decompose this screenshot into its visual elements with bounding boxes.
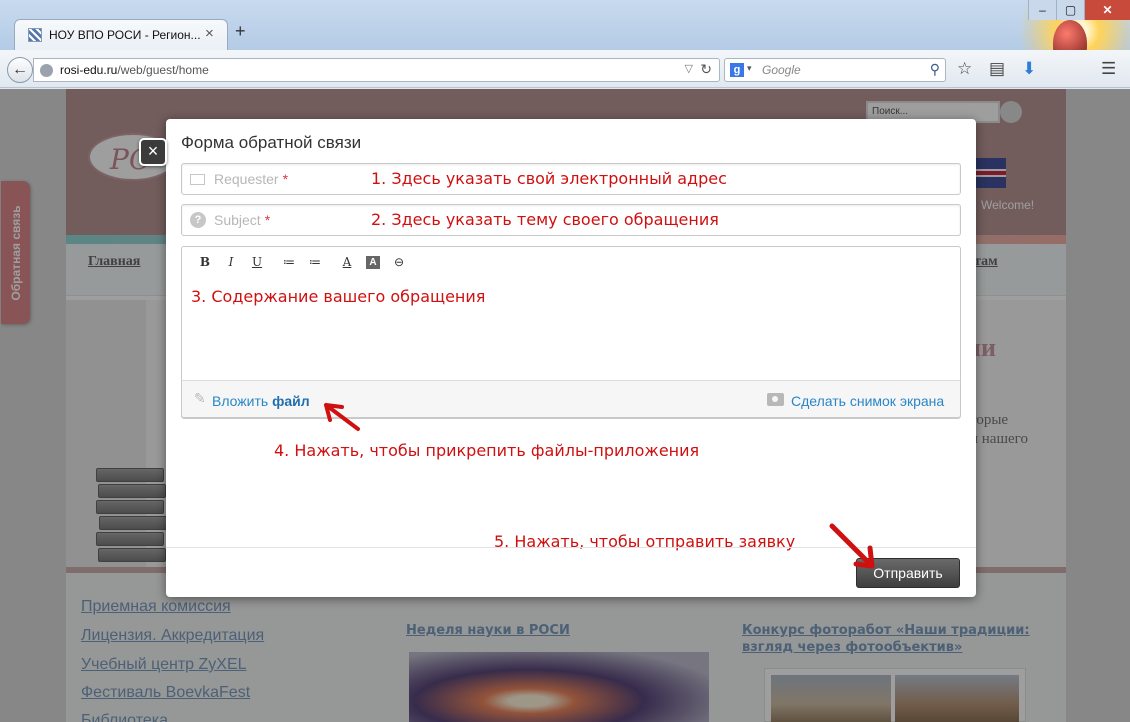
subject-placeholder: Subject * bbox=[214, 212, 271, 228]
attachment-bar: ✎ Вложить файл Сделать снимок экрана bbox=[181, 380, 961, 418]
back-button[interactable]: ← bbox=[7, 57, 33, 83]
search-icon[interactable]: ⚲ bbox=[930, 61, 940, 78]
modal-close-button[interactable]: × bbox=[139, 138, 167, 166]
star-icon[interactable]: ☆ bbox=[957, 59, 972, 79]
new-tab-button[interactable]: + bbox=[235, 21, 246, 42]
envelope-icon bbox=[190, 174, 205, 185]
subject-field[interactable]: ? Subject * 2. Здесь указать тему своего … bbox=[181, 204, 961, 236]
minimize-button[interactable]: ‒ bbox=[1028, 0, 1056, 20]
favicon-icon bbox=[28, 28, 42, 42]
requester-placeholder: Requester * bbox=[214, 171, 289, 187]
google-icon[interactable]: g bbox=[730, 63, 744, 77]
tab-title: НОУ ВПО РОСИ - Регион... bbox=[49, 28, 201, 42]
maximize-button[interactable]: ▢ bbox=[1056, 0, 1084, 20]
italic-button[interactable]: I bbox=[218, 255, 244, 269]
bulleted-list-icon[interactable]: ≔ bbox=[276, 255, 302, 269]
bookmarks-icon[interactable]: ▤ bbox=[989, 59, 1005, 79]
search-input[interactable]: Google bbox=[762, 63, 801, 77]
annotation-attach: 4. Нажать, чтобы прикрепить файлы-прилож… bbox=[274, 441, 700, 460]
search-bar[interactable]: g ▾ Google ⚲ bbox=[724, 58, 946, 82]
feedback-modal: Форма обратной связи Requester * 1. Здесь… bbox=[166, 119, 976, 597]
browser-titlebar: НОУ ВПО РОСИ - Регион... × + ‒ ▢ ✕ bbox=[0, 0, 1130, 88]
submit-button[interactable]: Отправить bbox=[856, 558, 960, 588]
underline-button[interactable]: U bbox=[244, 255, 270, 269]
download-icon[interactable]: ⬇ bbox=[1022, 59, 1036, 79]
modal-footer-divider bbox=[166, 547, 976, 548]
camera-icon bbox=[767, 393, 784, 406]
numbered-list-icon[interactable]: ≔ bbox=[302, 255, 328, 269]
text-color-icon[interactable]: A bbox=[334, 255, 360, 269]
background-color-icon[interactable]: A bbox=[366, 255, 380, 269]
attach-file-link[interactable]: Вложить файл bbox=[212, 393, 310, 409]
question-icon: ? bbox=[190, 212, 206, 228]
paperclip-icon: ✎ bbox=[194, 390, 206, 406]
requester-field[interactable]: Requester * 1. Здесь указать свой электро… bbox=[181, 163, 961, 195]
chevron-down-icon[interactable]: ▾ bbox=[747, 63, 752, 74]
annotation-subject: 2. Здесь указать тему своего обращения bbox=[371, 210, 719, 229]
tab-close-icon[interactable]: × bbox=[205, 25, 214, 42]
close-window-button[interactable]: ✕ bbox=[1084, 0, 1130, 20]
url-dropdown-icon[interactable]: ▽ bbox=[685, 62, 693, 75]
link-icon[interactable]: ⊖ bbox=[386, 255, 412, 269]
window-controls: ‒ ▢ ✕ bbox=[1028, 0, 1130, 20]
screenshot-link[interactable]: Сделать снимок экрана bbox=[791, 393, 944, 409]
annotation-submit: 5. Нажать, чтобы отправить заявку bbox=[494, 532, 796, 551]
reload-icon[interactable]: ↻ bbox=[700, 61, 712, 78]
address-bar[interactable]: rosi-edu.ru/web/guest/home ▽ ↻ bbox=[33, 58, 720, 82]
annotation-email: 1. Здесь указать свой электронный адрес bbox=[371, 169, 727, 188]
browser-tab[interactable]: НОУ ВПО РОСИ - Регион... × bbox=[14, 19, 228, 50]
globe-icon bbox=[40, 64, 53, 77]
annotation-content: 3. Содержание вашего обращения bbox=[191, 287, 486, 306]
url-text[interactable]: rosi-edu.ru/web/guest/home bbox=[60, 63, 209, 77]
modal-title: Форма обратной связи bbox=[181, 133, 362, 152]
menu-icon[interactable]: ☰ bbox=[1101, 59, 1116, 79]
editor-toolbar: B I U ≔ ≔ A A ⊖ bbox=[192, 255, 412, 269]
bold-button[interactable]: B bbox=[192, 255, 218, 269]
